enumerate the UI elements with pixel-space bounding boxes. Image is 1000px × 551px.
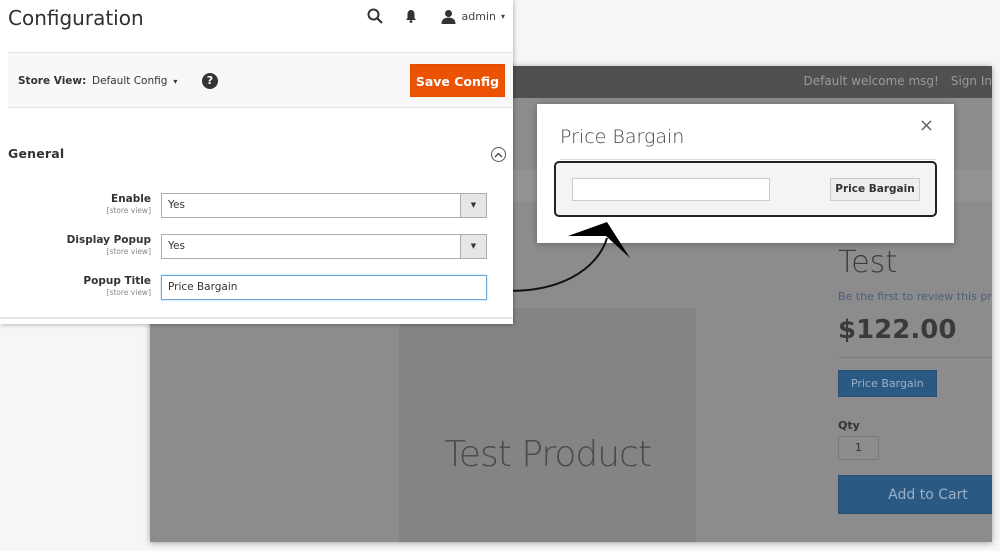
qty-input[interactable]: 1	[838, 436, 879, 460]
close-icon[interactable]: ×	[919, 117, 934, 135]
caret-down-icon: ▾	[173, 77, 178, 86]
modal-title: Price Bargain	[560, 126, 685, 148]
field-scope: [store view]	[106, 206, 151, 215]
save-config-button[interactable]: Save Config	[410, 64, 505, 97]
field-scope: [store view]	[106, 288, 151, 297]
field-display-popup: Display Popup [store view] Yes ▼	[0, 234, 513, 260]
bell-icon[interactable]	[405, 9, 417, 23]
welcome-message: Default welcome msg!	[803, 74, 939, 88]
field-label: Popup Title [store view]	[83, 275, 151, 297]
price-bargain-button[interactable]: Price Bargain	[838, 370, 937, 397]
field-enable: Enable [store view] Yes ▼	[0, 193, 513, 219]
user-menu[interactable]: admin ▾	[441, 9, 505, 24]
store-view-value: Default Config	[92, 75, 168, 87]
admin-header-actions: admin ▾	[367, 6, 505, 26]
review-link[interactable]: Be the first to review this product	[838, 290, 992, 303]
user-icon	[441, 9, 456, 24]
add-to-cart-button[interactable]: Add to Cart	[838, 475, 992, 514]
field-scope: [store view]	[106, 247, 151, 256]
qty-label: Qty	[838, 419, 860, 432]
store-view-label: Store View:	[18, 75, 87, 87]
enable-value: Yes	[168, 199, 185, 211]
product-name: Test	[838, 245, 898, 280]
bargain-price-input[interactable]	[572, 178, 770, 201]
modal-divider	[560, 159, 936, 160]
popup-title-input[interactable]: Price Bargain	[161, 275, 487, 300]
admin-config-panel: Configuration admin ▾ Store View: Defaul…	[0, 0, 513, 324]
field-label-text: Enable	[111, 193, 151, 205]
sign-in-link[interactable]: Sign In	[951, 74, 992, 88]
help-icon[interactable]: ?	[202, 73, 218, 89]
price-bargain-modal: Price Bargain × Price Bargain	[537, 104, 954, 243]
modal-price-bargain-button[interactable]: Price Bargain	[830, 178, 920, 201]
divider	[0, 317, 513, 319]
display-popup-select[interactable]: Yes ▼	[161, 234, 487, 259]
dropdown-arrow-icon[interactable]: ▼	[460, 194, 486, 217]
field-label-text: Popup Title	[83, 275, 151, 287]
product-price: $122.00	[838, 315, 957, 345]
product-image-text: Test Product	[443, 434, 652, 475]
section-title-general[interactable]: General	[8, 146, 64, 161]
storefront-header-links: Default welcome msg! Sign In	[791, 74, 992, 88]
display-popup-value: Yes	[168, 240, 185, 252]
product-image: Test Product	[399, 308, 696, 542]
field-label-text: Display Popup	[66, 234, 151, 246]
field-label: Enable [store view]	[107, 193, 151, 215]
field-label: Display Popup [store view]	[67, 234, 151, 256]
divider	[838, 357, 992, 358]
user-name: admin	[461, 9, 496, 23]
caret-down-icon: ▾	[500, 11, 505, 21]
field-popup-title: Popup Title [store view] Price Bargain	[0, 275, 513, 301]
enable-select[interactable]: Yes ▼	[161, 193, 487, 218]
modal-form-highlight: Price Bargain	[554, 161, 937, 217]
product-info: Test Be the first to review this product…	[838, 244, 992, 514]
chevron-up-circle-icon[interactable]	[491, 147, 506, 162]
page-title: Configuration	[8, 6, 144, 30]
dropdown-arrow-icon[interactable]: ▼	[460, 235, 486, 258]
search-icon[interactable]	[367, 8, 383, 24]
store-view-switcher[interactable]: Default Config ▾	[92, 75, 177, 87]
store-view-bar: Store View: Default Config ▾ ? Save Confi…	[8, 52, 513, 108]
